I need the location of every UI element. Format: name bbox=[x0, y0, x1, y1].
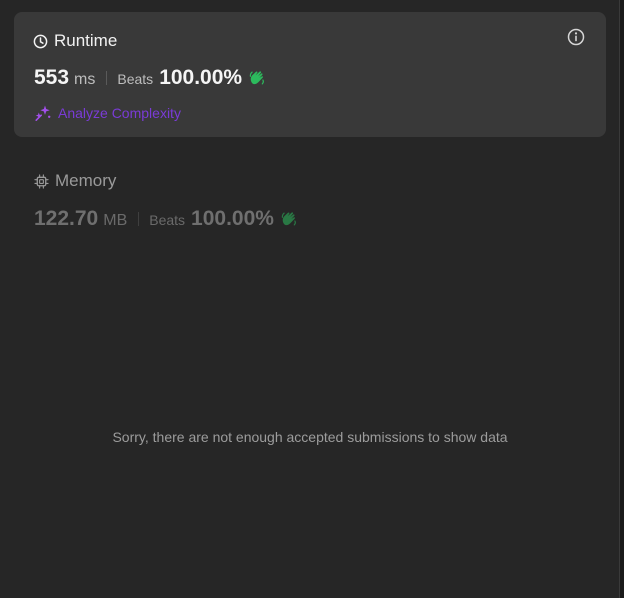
memory-title-row: Memory bbox=[34, 171, 116, 191]
memory-unit: MB bbox=[103, 212, 128, 229]
memory-title: Memory bbox=[55, 171, 117, 190]
clock-icon bbox=[33, 34, 48, 48]
stat-divider bbox=[138, 212, 140, 226]
performance-panel: Runtime 553 ms Beats 100.00% Analyze Com… bbox=[0, 0, 620, 598]
memory-beats-label: Beats bbox=[149, 212, 186, 228]
runtime-unit: ms bbox=[74, 71, 96, 88]
memory-value: 122.70 bbox=[34, 207, 99, 230]
analyze-complexity-button[interactable]: Analyze Complexity bbox=[34, 104, 181, 122]
runtime-title: Runtime bbox=[54, 31, 118, 50]
cpu-chip-icon bbox=[34, 173, 49, 189]
clapping-hands-icon bbox=[281, 212, 296, 226]
analyze-complexity-label: Analyze Complexity bbox=[58, 105, 181, 121]
runtime-title-row: Runtime bbox=[33, 31, 117, 51]
clapping-hands-icon bbox=[249, 71, 264, 85]
runtime-value: 553 bbox=[34, 66, 70, 89]
info-icon[interactable] bbox=[566, 27, 586, 47]
runtime-stats: 553 ms Beats 100.00% bbox=[34, 66, 267, 90]
runtime-card[interactable]: Runtime 553 ms Beats 100.00% Analyze Com… bbox=[14, 12, 606, 137]
memory-beats-value: 100.00% bbox=[191, 207, 274, 230]
empty-state-message: Sorry, there are not enough accepted sub… bbox=[112, 429, 508, 445]
sparkle-icon bbox=[35, 105, 51, 121]
stat-divider bbox=[106, 71, 108, 85]
runtime-beats-label: Beats bbox=[117, 71, 154, 87]
memory-stats: 122.70 MB Beats 100.00% bbox=[34, 207, 299, 231]
runtime-beats-value: 100.00% bbox=[159, 66, 243, 89]
